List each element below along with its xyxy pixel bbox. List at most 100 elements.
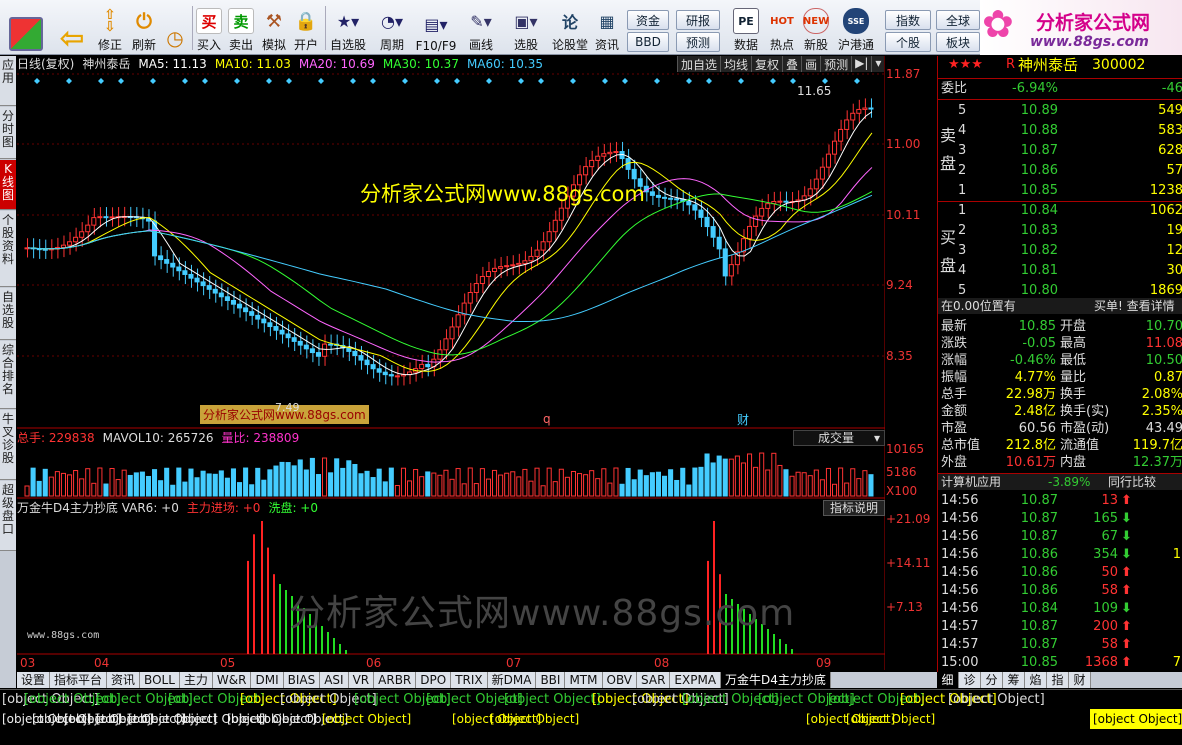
tab-stock-info[interactable]: 个股资料: [0, 211, 16, 287]
bid-row[interactable]: 1 10.84 1062: [938, 202, 1182, 220]
view-detail-link[interactable]: 买单! 查看详情: [1094, 298, 1175, 314]
app-grid-button[interactable]: [6, 3, 46, 53]
back-button[interactable]: ⇦: [54, 3, 90, 56]
indicator-tab[interactable]: 设置: [17, 672, 51, 688]
buy-button[interactable]: 买 买入: [195, 3, 223, 53]
volume-indicator-dropdown[interactable]: 成交量 ▾: [793, 430, 885, 446]
ask-row[interactable]: 4 10.88 583: [938, 122, 1182, 140]
forum-button[interactable]: 论 论股堂: [551, 3, 589, 53]
bid-row[interactable]: 2 10.83 19: [938, 222, 1182, 240]
hk-connect-button[interactable]: SSE 沪港通: [836, 3, 876, 53]
indicator-tab[interactable]: 万金牛D4主力抄底: [721, 672, 831, 688]
indicator-tab[interactable]: 主力: [179, 672, 213, 688]
indicator-tab[interactable]: 资讯: [107, 672, 141, 688]
candle-body: [79, 231, 85, 238]
correct-button[interactable]: ⇧ ⇩ 修正: [93, 3, 127, 53]
indicator-tab[interactable]: EXPMA: [670, 672, 722, 688]
indicator-tab[interactable]: TRIX: [451, 672, 488, 688]
volume-bar: [583, 474, 589, 497]
research-button[interactable]: 研报: [676, 10, 720, 30]
tick-time: 14:56: [941, 583, 979, 598]
f10-button[interactable]: ▤▾ F10/F9: [414, 3, 458, 54]
indicator-tab[interactable]: BOLL: [140, 672, 180, 688]
volume-bar: [400, 467, 406, 497]
hot-button[interactable]: HOT 热点: [766, 3, 798, 53]
new-stock-button[interactable]: NEW 新股: [800, 3, 832, 53]
candle-body: [364, 359, 370, 366]
watchlist-button[interactable]: ★▾ 自选股: [328, 3, 368, 53]
chart-area[interactable]: 日线(复权) 神州泰岳 MA5: 11.13 MA10: 11.03 MA20: 10.…: [17, 56, 885, 670]
indicator-header: 万金牛D4主力抄底 VAR6: +0 主力进场: +0 洗盘: +0: [17, 500, 326, 516]
indicator-tab[interactable]: ASI: [320, 672, 349, 688]
low-price-label: 7.49: [275, 401, 300, 414]
right-tab[interactable]: 细: [937, 672, 959, 688]
bid-row[interactable]: 3 10.82 12: [938, 242, 1182, 260]
stat-label: 最低: [1060, 353, 1087, 368]
bid-level: 1: [958, 203, 967, 218]
indicator-tab[interactable]: OBV: [602, 672, 638, 688]
indicator-tab[interactable]: MTM: [565, 672, 603, 688]
candle-body: [382, 371, 388, 376]
right-tab[interactable]: 诊: [959, 672, 981, 688]
indicator-tab[interactable]: 新DMA: [487, 672, 537, 688]
indicator-tab[interactable]: W&R: [212, 672, 252, 688]
fund-button[interactable]: 资金: [627, 10, 669, 30]
index-button[interactable]: 指数: [885, 10, 931, 30]
ask-price: 10.88: [1020, 123, 1058, 138]
sell-button[interactable]: 卖 卖出: [227, 3, 255, 53]
indicator-help-button[interactable]: 指标说明: [823, 500, 885, 516]
right-tab[interactable]: 分: [981, 672, 1003, 688]
position-note-row: 在0.00位置有 买单! 查看详情: [938, 298, 1182, 314]
bbd-button[interactable]: BBD: [627, 32, 669, 52]
bid-row[interactable]: 4 10.81 30: [938, 262, 1182, 280]
news-button[interactable]: ▦ 资讯: [592, 3, 622, 53]
refresh-label: 刷新: [131, 38, 156, 52]
tab-super-board[interactable]: 超级盘口: [0, 481, 16, 551]
simulate-button[interactable]: ⚒ 模拟: [259, 3, 289, 53]
tab-apps[interactable]: 应用: [0, 56, 16, 106]
candle-body: [285, 333, 291, 339]
indicator-tab[interactable]: BIAS: [283, 672, 321, 688]
signal-diamond-icon: [706, 78, 712, 84]
tab-diagnose[interactable]: 牛叉诊股: [0, 410, 16, 480]
clock-button[interactable]: ◷: [160, 3, 190, 53]
right-tab[interactable]: 焰: [1025, 672, 1047, 688]
single-stock-button[interactable]: 个股: [885, 32, 931, 52]
stat-value: 119.7亿: [1132, 438, 1182, 453]
kline-chart-canvas[interactable]: [17, 56, 885, 670]
data-button[interactable]: PE 数据: [730, 3, 762, 53]
indicator-tab[interactable]: DMI: [251, 672, 284, 688]
tab-kline[interactable]: K线图: [0, 160, 16, 210]
draw-line-button[interactable]: ✎▾ 画线: [461, 3, 501, 53]
sector-button[interactable]: 板块: [936, 32, 980, 52]
stock-picker-button[interactable]: ▣▾ 选股: [506, 3, 546, 53]
ask-row[interactable]: 3 10.87 628: [938, 142, 1182, 160]
indicator-tab[interactable]: DPO: [416, 672, 452, 688]
tab-watchlist[interactable]: 自选股: [0, 288, 16, 340]
period-button[interactable]: ◔▾ 周期: [372, 3, 412, 53]
right-tab[interactable]: 指: [1047, 672, 1069, 688]
right-tab[interactable]: 财: [1069, 672, 1091, 688]
refresh-button[interactable]: ⏻ 刷新: [127, 3, 161, 53]
indicator-tab[interactable]: BBI: [536, 672, 566, 688]
tab-intraday[interactable]: 分时图: [0, 107, 16, 159]
signal-diamond-icon: [234, 78, 240, 84]
ask-row[interactable]: 2 10.86 57: [938, 162, 1182, 180]
ask-row[interactable]: 1 10.85 1238: [938, 182, 1182, 200]
indicator-tab[interactable]: ARBR: [374, 672, 417, 688]
volume-bar: [504, 472, 510, 497]
indicator-tab[interactable]: 指标平台: [50, 672, 108, 688]
tab-ranking[interactable]: 综合排名: [0, 341, 16, 409]
candle-body: [218, 292, 224, 298]
indicator-tab[interactable]: VR: [348, 672, 375, 688]
right-tab[interactable]: 筹: [1003, 672, 1025, 688]
candle-body: [546, 231, 552, 243]
forecast-button[interactable]: 预测: [676, 32, 720, 52]
ask-row[interactable]: 5 10.89 549: [938, 102, 1182, 120]
volume-bar: [36, 480, 42, 497]
peer-compare-link[interactable]: 同行比较: [1108, 474, 1156, 491]
global-button[interactable]: 全球: [936, 10, 980, 30]
indicator-tab[interactable]: SAR: [637, 672, 671, 688]
open-account-button[interactable]: 🔒 开户: [291, 3, 321, 53]
industry-name[interactable]: 计算机应用: [941, 474, 1001, 491]
